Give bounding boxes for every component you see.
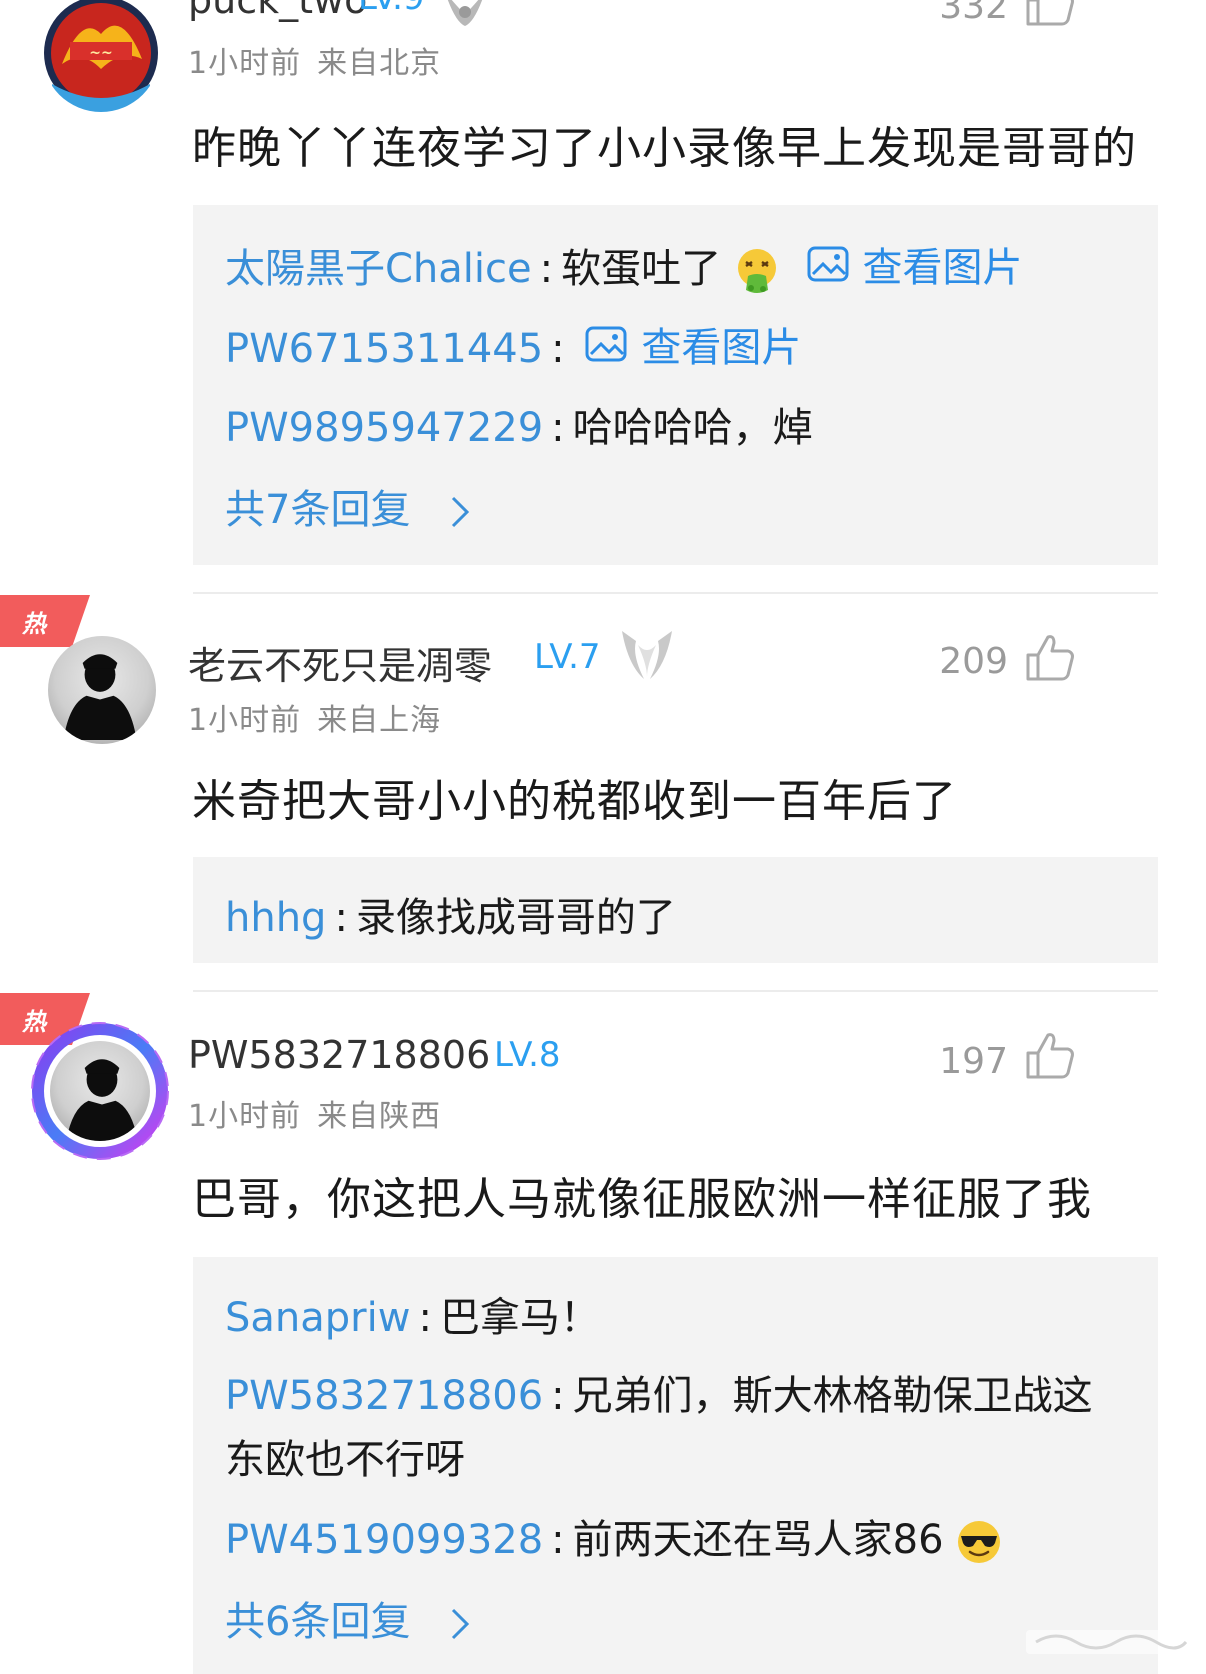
like-count: 332 <box>939 0 1008 27</box>
comment-2: 热 老云不死只是凋零 LV.7 209 1小时前 来自上海 米奇把大哥小小的税都收… <box>0 595 1206 995</box>
comment-location: 来自陕西 <box>317 1099 442 1134</box>
comment-text: 昨晚丫丫连夜学习了小小录像早上发现是哥哥的 <box>192 123 1137 174</box>
comment-text: 米奇把大哥小小的税都收到一百年后了 <box>192 776 957 827</box>
reply-colon: : <box>418 1295 432 1341</box>
divider <box>193 592 1158 594</box>
reply-text: 哈哈哈哈，焯 <box>572 405 813 451</box>
reply-box[interactable]: 太陽黒子Chalice: 软蛋吐了 查看图片 PW6715311445: 查看图… <box>193 205 1158 565</box>
reply-username[interactable]: PW9895947229 <box>225 405 543 451</box>
reply-username[interactable]: hhhg <box>225 895 326 941</box>
hot-badge-label: 热 <box>22 610 46 638</box>
reply-box[interactable]: hhhg: 录像找成哥哥的了 <box>193 857 1158 963</box>
sunglasses-face-emoji-icon <box>958 1521 1001 1563</box>
image-icon <box>585 326 627 362</box>
reply-text: 巴拿马！ <box>439 1295 600 1341</box>
reply-text: 录像找成哥哥的了 <box>355 895 676 941</box>
reply-username[interactable]: PW5832718806 <box>225 1373 543 1419</box>
reply-box[interactable]: Sanapriw: 巴拿马！ PW5832718806: 兄弟们，斯大林格勒保卫战这… <box>193 1257 1158 1674</box>
view-picture-link[interactable]: 查看图片 <box>585 315 801 373</box>
comment-meta: 1小时前 来自陕西 <box>188 1091 441 1135</box>
level-badge: LV.8 <box>494 1035 561 1075</box>
user-silhouette-icon <box>63 654 137 740</box>
thumbs-up-icon[interactable] <box>1024 1031 1076 1081</box>
comment-meta: 1小时前 来自上海 <box>188 695 441 739</box>
comment-time: 1小时前 <box>188 703 302 738</box>
reply-username[interactable]: PW4519099328 <box>225 1517 543 1563</box>
reply-item[interactable]: 太陽黒子Chalice: 软蛋吐了 查看图片 <box>225 235 1023 294</box>
view-picture-link[interactable]: 查看图片 <box>807 235 1023 293</box>
comment-username[interactable]: PW5832718806 <box>188 1033 490 1077</box>
more-replies-label[interactable]: 共6条回复 <box>225 1599 410 1645</box>
reply-colon: : <box>551 405 565 451</box>
reply-colon: : <box>539 246 554 292</box>
reply-item[interactable]: PW9895947229: 哈哈哈哈，焯 <box>225 395 813 453</box>
reply-username[interactable]: Sanapriw <box>225 1295 410 1341</box>
comment-username[interactable]: 老云不死只是凋零 <box>188 635 492 690</box>
level-wing-icon <box>622 631 672 679</box>
user-silhouette-icon <box>66 1059 138 1141</box>
chevron-right-icon <box>452 1608 470 1640</box>
vomiting-face-emoji-icon <box>737 249 776 293</box>
more-replies-link[interactable]: 共7条回复 <box>225 477 475 535</box>
comment-text: 巴哥，你这把人马就像征服欧洲一样征服了我 <box>192 1174 1092 1225</box>
reply-text: 兄弟们，斯大林格勒保卫战这 <box>572 1373 1093 1419</box>
reply-text: 前两天还在骂人家86 <box>572 1517 944 1563</box>
reply-item[interactable]: PW6715311445: 查看图片 <box>225 315 801 373</box>
reply-text: 软蛋吐了 <box>561 246 722 292</box>
watermark-logo-icon <box>1026 1630 1188 1654</box>
level-badge: LV.7 <box>534 637 601 677</box>
comment-time: 1小时前 <box>188 1099 302 1134</box>
like-count: 197 <box>939 1041 1008 1082</box>
avatar[interactable] <box>48 636 156 744</box>
like-count: 209 <box>939 641 1008 682</box>
comment-location: 来自北京 <box>317 46 442 81</box>
reply-username[interactable]: 太陽黒子Chalice <box>225 246 532 292</box>
level-badge: LV.9 <box>358 0 425 18</box>
reply-username[interactable]: PW6715311445 <box>225 326 543 372</box>
comment-time: 1小时前 <box>188 46 302 81</box>
reply-item[interactable]: hhhg: 录像找成哥哥的了 <box>225 885 676 943</box>
comment-3: 热 PW5832718806 LV.8 197 1小时前来自陕西 巴哥，你这把人… <box>0 993 1206 1674</box>
reply-item[interactable]: Sanapriw: 巴拿马！ <box>225 1285 600 1343</box>
reply-colon: : <box>551 1373 565 1419</box>
thumbs-up-icon[interactable] <box>1024 633 1076 683</box>
chevron-right-icon <box>452 496 470 528</box>
avatar-frame[interactable] <box>30 1021 170 1161</box>
comment-meta: 1小时前 来自北京 <box>188 38 441 82</box>
image-icon <box>807 246 849 282</box>
view-picture-label[interactable]: 查看图片 <box>863 235 1023 293</box>
reply-colon: : <box>551 326 565 372</box>
svg-text:~~: ~~ <box>89 45 112 61</box>
reply-item[interactable]: PW4519099328: 前两天还在骂人家86 <box>225 1507 1002 1565</box>
thumbs-up-icon[interactable] <box>1024 0 1076 28</box>
reply-colon: : <box>334 895 348 941</box>
more-replies-label[interactable]: 共7条回复 <box>225 487 410 533</box>
more-replies-link[interactable]: 共6条回复 <box>225 1589 475 1647</box>
comment-location: 来自上海 <box>317 703 442 738</box>
reply-item[interactable]: PW5832718806: 兄弟们，斯大林格勒保卫战这 <box>225 1363 1093 1421</box>
view-picture-label[interactable]: 查看图片 <box>641 315 801 373</box>
comment-1: ~~ puck_two LV.9 332 1小时前来自北京 昨晚丫丫连夜学习了小… <box>0 0 1206 600</box>
reply-text-continued: 东欧也不行呀 <box>225 1437 465 1483</box>
comment-username[interactable]: puck_two <box>188 0 367 22</box>
divider <box>193 990 1158 992</box>
avatar[interactable] <box>50 1041 150 1141</box>
reply-colon: : <box>551 1517 565 1563</box>
level-wing-icon <box>447 0 483 26</box>
avatar[interactable]: ~~ <box>42 0 160 112</box>
